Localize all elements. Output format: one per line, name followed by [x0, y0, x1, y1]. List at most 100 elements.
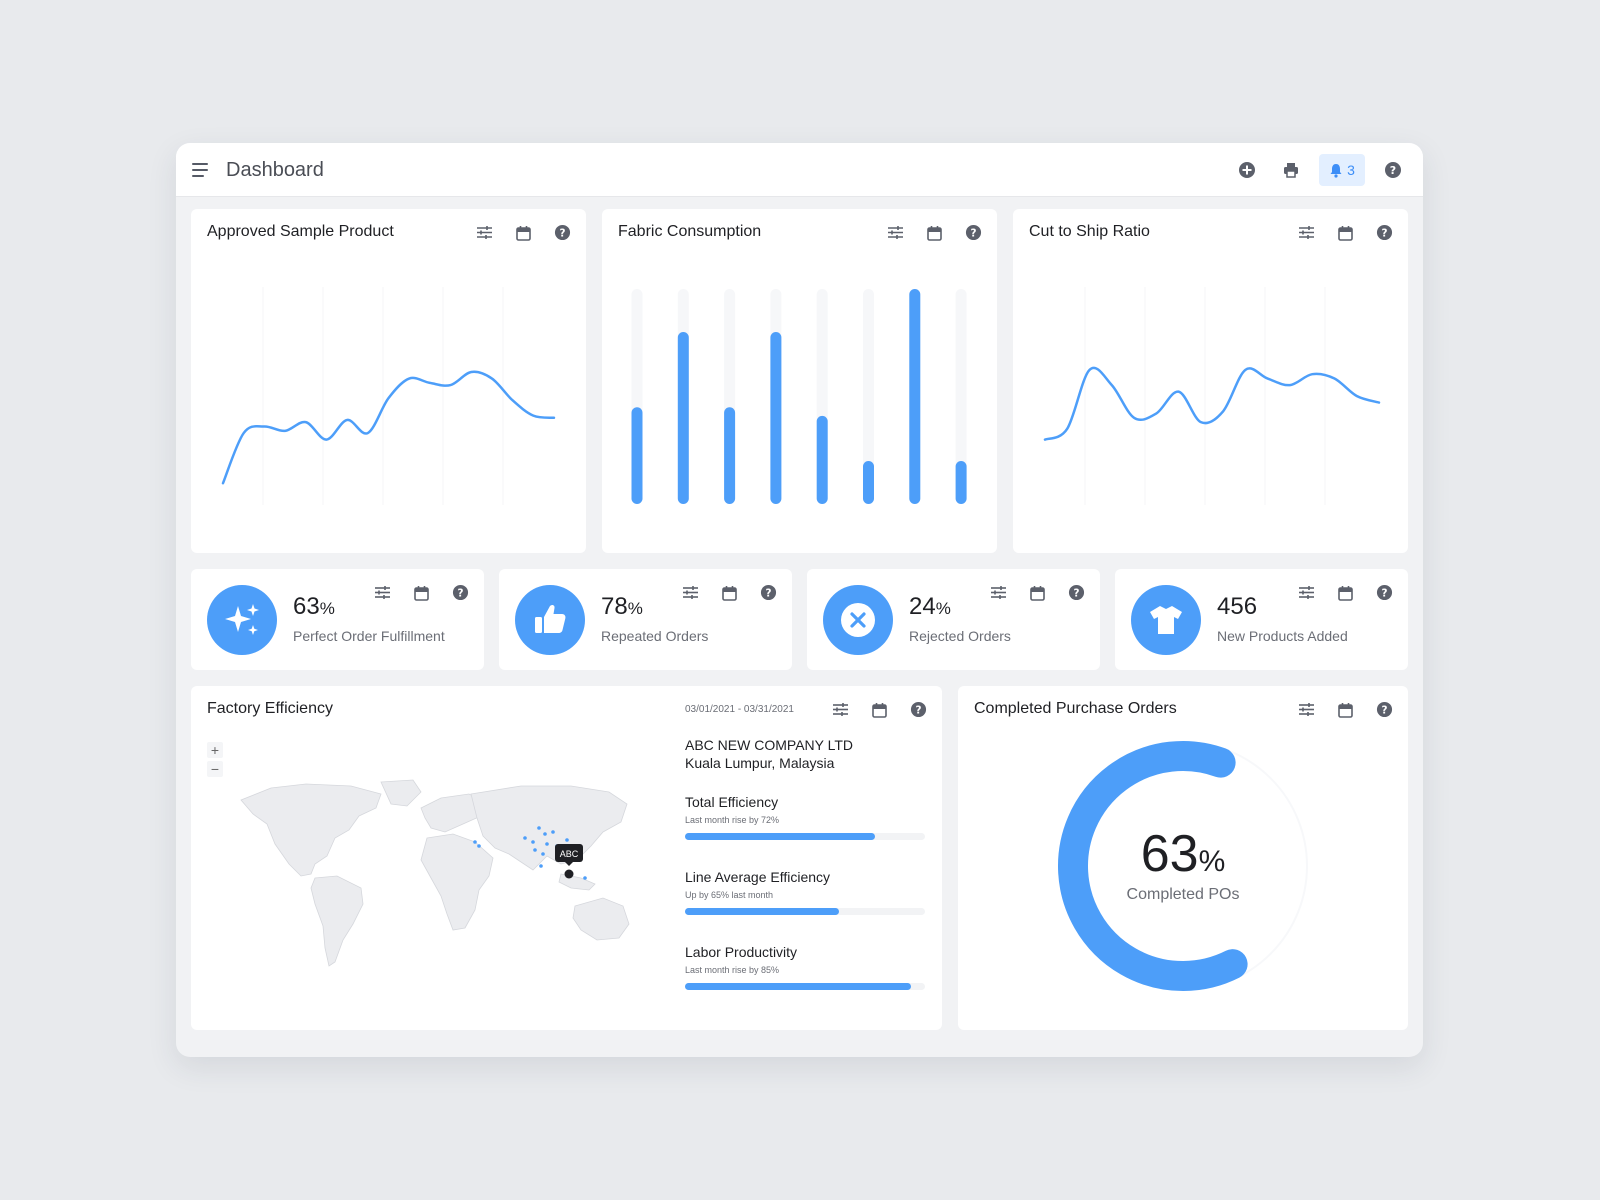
company-location: Kuala Lumpur, Malaysia — [685, 755, 835, 771]
calendar-icon — [414, 585, 429, 601]
factory-marker[interactable] — [543, 832, 547, 836]
approved-sample-card: Approved Sample Product ? — [191, 209, 586, 553]
stat-card-repeated-orders: 78% Repeated Orders ? — [499, 569, 792, 670]
factory-marker[interactable] — [539, 864, 543, 868]
factory-marker[interactable] — [565, 838, 569, 842]
print-button[interactable] — [1275, 154, 1307, 186]
calendar-icon — [872, 702, 887, 718]
bar — [677, 332, 689, 504]
sliders-icon — [683, 586, 698, 599]
metric-total-efficiency: Total Efficiency Last month rise by 72% — [685, 794, 925, 840]
stat-value: 63% — [293, 593, 335, 620]
metric-line-average-efficiency: Line Average Efficiency Up by 65% last m… — [685, 869, 925, 915]
factory-marker[interactable] — [533, 848, 537, 852]
map-region-north-america — [240, 783, 382, 877]
sliders-icon — [375, 586, 390, 599]
map-region-south-america — [310, 875, 364, 967]
help-icon: ? — [1376, 584, 1393, 601]
approved-sample-line-chart — [221, 287, 556, 505]
calendar-button[interactable] — [412, 583, 431, 602]
factory-marker[interactable] — [537, 826, 541, 830]
donut-label: Completed POs — [1126, 886, 1240, 903]
factory-marker[interactable] — [551, 830, 555, 834]
metric-labor-productivity: Labor Productivity Last month rise by 85… — [685, 944, 925, 990]
help-button[interactable]: ? — [759, 583, 778, 602]
map-zoom-in-button[interactable]: + — [207, 742, 223, 758]
svg-text:?: ? — [765, 587, 771, 599]
factory-marker[interactable] — [531, 840, 535, 844]
fabric-consumption-card: Fabric Consumption ? — [602, 209, 997, 553]
factory-marker[interactable] — [541, 852, 545, 856]
series-line — [1043, 366, 1381, 441]
factory-marker[interactable] — [545, 842, 549, 846]
svg-text:?: ? — [1390, 164, 1396, 177]
help-icon: ? — [760, 584, 777, 601]
stat-icon-badge — [1131, 585, 1201, 655]
add-button[interactable] — [1231, 154, 1263, 186]
company-name: ABC NEW COMPANY LTD — [685, 737, 854, 753]
svg-text:?: ? — [1381, 587, 1387, 599]
progress-fill — [685, 983, 911, 990]
factory-marker[interactable] — [523, 836, 527, 840]
progress-track — [685, 983, 925, 990]
stat-label: Repeated Orders — [601, 628, 709, 644]
filter-button[interactable] — [989, 583, 1008, 602]
sparkle-icon — [225, 604, 259, 635]
card-tools: ? — [1297, 583, 1394, 602]
help-button[interactable]: ? — [909, 700, 928, 719]
fabric-consumption-bar-chart — [631, 289, 967, 504]
stat-label: New Products Added — [1217, 628, 1348, 644]
bar — [770, 332, 782, 504]
calendar-button[interactable] — [1028, 583, 1047, 602]
bar — [955, 461, 967, 504]
selected-factory-marker[interactable] — [564, 869, 574, 879]
progress-track — [685, 833, 925, 840]
stat-value: 24% — [909, 593, 951, 620]
help-button[interactable]: ? — [451, 583, 470, 602]
calendar-button[interactable] — [720, 583, 739, 602]
page-title: Dashboard — [226, 159, 324, 181]
series-line — [221, 370, 556, 485]
progress-track — [685, 908, 925, 915]
calendar-button[interactable] — [870, 700, 889, 719]
world-map[interactable]: ABC — [231, 778, 661, 978]
card-title: Factory Efficiency — [207, 700, 333, 717]
stat-value: 78% — [601, 593, 643, 620]
hamburger-menu-icon[interactable] — [190, 161, 212, 179]
metric-name: Labor Productivity — [685, 944, 798, 960]
map-region-southeast-asia — [558, 873, 596, 891]
notifications-button[interactable]: 3 — [1319, 154, 1365, 186]
stat-icon-badge — [823, 585, 893, 655]
help-icon: ? — [1068, 584, 1085, 601]
map-region-australia — [572, 897, 630, 941]
map-zoom-out-button[interactable]: − — [207, 761, 223, 777]
help-button[interactable]: ? — [1067, 583, 1086, 602]
filter-button[interactable] — [1297, 583, 1316, 602]
factory-marker[interactable] — [473, 840, 477, 844]
help-button[interactable]: ? — [1375, 583, 1394, 602]
calendar-icon — [722, 585, 737, 601]
help-icon: ? — [910, 701, 927, 718]
stat-label: Perfect Order Fulfillment — [293, 628, 445, 644]
metric-name: Line Average Efficiency — [685, 869, 831, 885]
stat-card-perfect-order: 63% Perfect Order Fulfillment ? — [191, 569, 484, 670]
company-info: ABC NEW COMPANY LTD Kuala Lumpur, Malays… — [685, 736, 853, 772]
notification-count: 3 — [1347, 162, 1355, 178]
help-icon: ? — [1385, 162, 1401, 178]
factory-marker[interactable] — [477, 844, 481, 848]
calendar-icon — [1030, 585, 1045, 601]
stat-value: 456 — [1217, 593, 1258, 620]
card-tools: ? — [831, 700, 928, 719]
filter-button[interactable] — [831, 700, 850, 719]
stat-card-new-products: 456 New Products Added ? — [1115, 569, 1408, 670]
calendar-button[interactable] — [1336, 583, 1355, 602]
help-button[interactable]: ? — [1377, 154, 1409, 186]
metric-name: Total Efficiency — [685, 794, 779, 810]
progress-fill — [685, 833, 875, 840]
filter-button[interactable] — [373, 583, 392, 602]
factory-marker[interactable] — [583, 876, 587, 880]
bar — [863, 461, 874, 504]
filter-button[interactable] — [681, 583, 700, 602]
bar — [909, 289, 921, 504]
marker-label: ABC — [560, 849, 579, 859]
